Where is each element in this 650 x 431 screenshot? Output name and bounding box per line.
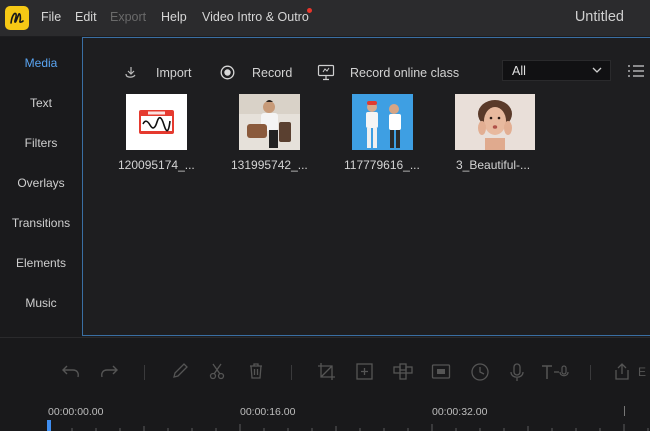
export-icon[interactable]: [612, 362, 632, 382]
menu-video-intro-outro[interactable]: Video Intro & Outro: [202, 10, 309, 24]
text-to-speech-icon[interactable]: [540, 362, 570, 382]
menu-help[interactable]: Help: [161, 10, 187, 24]
zoom-frame-icon[interactable]: [355, 362, 374, 381]
media-thumbnail[interactable]: [126, 94, 187, 150]
clock-icon[interactable]: [470, 362, 490, 382]
timecode-label: 00:00:32.00: [432, 406, 488, 418]
media-thumbnail[interactable]: [352, 94, 413, 150]
record-online-class-button[interactable]: Record online class: [350, 66, 459, 80]
record-icon[interactable]: [220, 65, 235, 80]
media-item-label: 131995742_...: [231, 158, 308, 172]
menu-export[interactable]: Export: [110, 10, 146, 24]
sidebar-item-filters[interactable]: Filters: [0, 136, 82, 150]
category-sidebar: Media Text Filters Overlays Transitions …: [0, 37, 82, 337]
toolbar-divider: [590, 365, 591, 380]
sidebar-item-overlays[interactable]: Overlays: [0, 176, 82, 190]
timecode-label: 00:00:00.00: [48, 406, 104, 418]
media-item-label: 3_Beautiful-...: [456, 158, 531, 172]
hello-sticker-image: [139, 110, 174, 134]
microphone-icon[interactable]: [508, 362, 526, 382]
sidebar-item-music[interactable]: Music: [0, 296, 82, 310]
scissors-icon[interactable]: [208, 362, 226, 380]
person-on-chair-photo: [239, 94, 300, 150]
trash-icon[interactable]: [247, 362, 265, 380]
crop-icon[interactable]: [317, 362, 336, 381]
freeze-frame-icon[interactable]: [431, 362, 451, 381]
menu-bar: File Edit Export Help Video Intro & Outr…: [0, 0, 650, 36]
media-filter-select[interactable]: All: [502, 60, 611, 81]
media-filter-value: All: [512, 64, 526, 78]
toolbar-divider: [144, 365, 145, 380]
sidebar-item-media[interactable]: Media: [0, 56, 82, 70]
playhead-handle[interactable]: [47, 420, 51, 431]
media-thumbnail[interactable]: [455, 94, 535, 150]
menu-file[interactable]: File: [41, 10, 61, 24]
two-people-blue-sky-photo: [352, 94, 413, 150]
list-view-icon[interactable]: [627, 64, 645, 78]
import-icon[interactable]: [123, 65, 139, 81]
sidebar-item-text[interactable]: Text: [0, 96, 82, 110]
menu-edit[interactable]: Edit: [75, 10, 97, 24]
media-panel: Import Record Record online class All 12…: [82, 37, 650, 336]
toolbar-divider: [291, 365, 292, 380]
undo-icon[interactable]: [61, 362, 81, 380]
sidebar-item-elements[interactable]: Elements: [0, 256, 82, 270]
import-button[interactable]: Import: [156, 66, 191, 80]
timeline-panel: E 00:00:00.00 00:00:16.00 00:00:32.00: [0, 337, 650, 431]
pencil-icon[interactable]: [171, 362, 189, 380]
chevron-down-icon: [592, 67, 602, 73]
timecode-label: 00:00:16.00: [240, 406, 296, 418]
notification-dot: [307, 8, 312, 13]
woman-portrait-photo: [455, 94, 535, 150]
monitor-icon[interactable]: [317, 64, 335, 81]
media-thumbnail[interactable]: [239, 94, 300, 150]
media-item-label: 117779616_...: [344, 158, 420, 172]
sidebar-item-transitions[interactable]: Transitions: [0, 216, 82, 230]
mosaic-icon[interactable]: [392, 362, 414, 381]
timecode-tick: [624, 406, 625, 416]
media-item-label: 120095174_...: [118, 158, 195, 172]
record-button[interactable]: Record: [252, 66, 292, 80]
redo-icon[interactable]: [99, 362, 119, 380]
export-label-fragment: E: [638, 365, 647, 379]
project-title: Untitled: [574, 9, 624, 25]
app-logo-icon[interactable]: [5, 6, 29, 30]
